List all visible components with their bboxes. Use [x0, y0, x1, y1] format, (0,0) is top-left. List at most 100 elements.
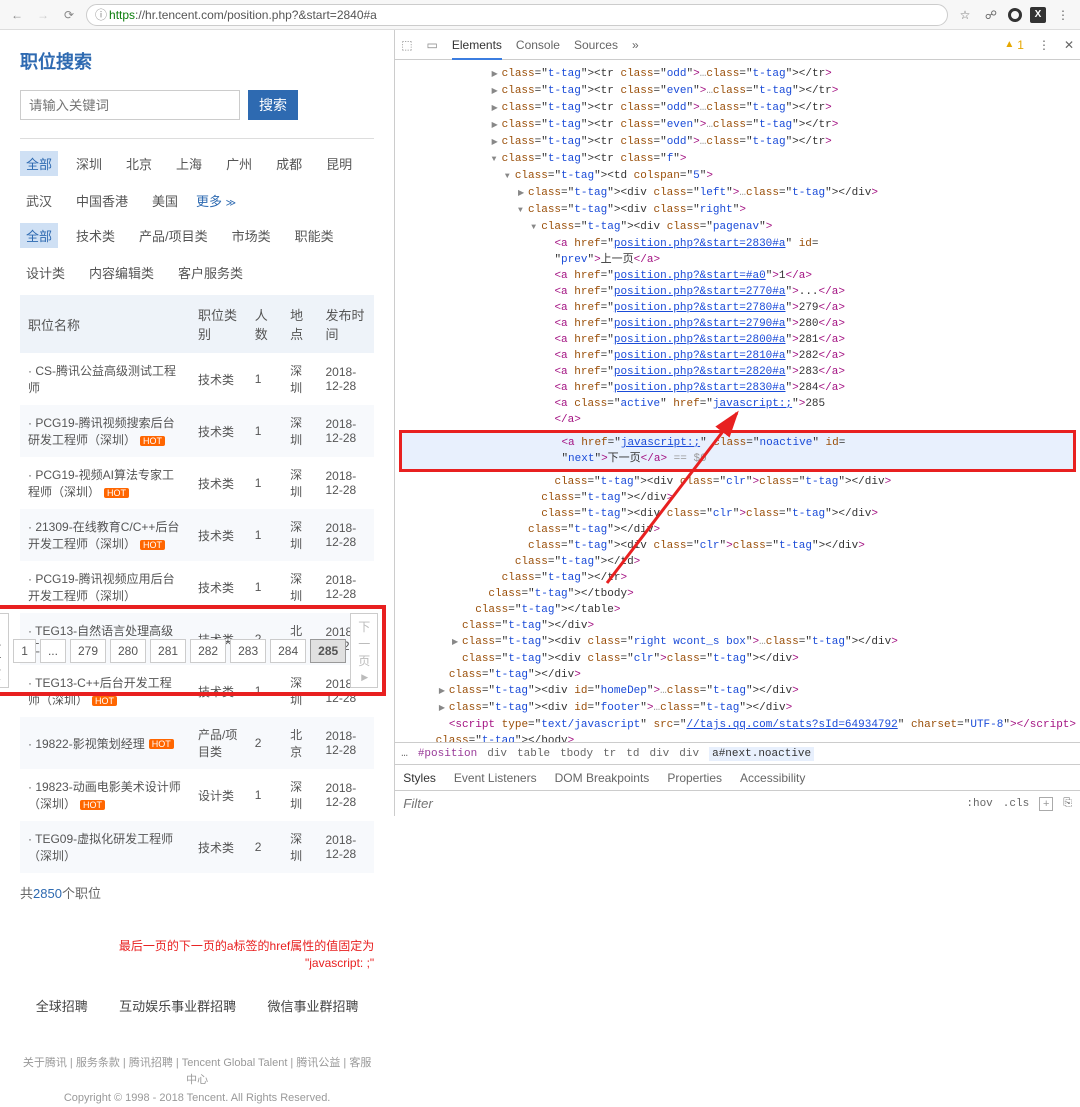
table-row[interactable]: · PCG19-腾讯视频搜索后台研发工程师（深圳）HOT技术类1深圳2018-1… [20, 405, 374, 457]
extension-icon[interactable]: ☍ [982, 6, 1000, 24]
devtools-close-icon[interactable]: ✕ [1064, 38, 1074, 52]
devtools-panel: ⬚ ▭ Elements Console Sources » 1 ⋮ ✕ cla… [395, 30, 1080, 816]
table-row[interactable]: · TEG09-虚拟化研发工程师（深圳）技术类2深圳2018-12-28 [20, 821, 374, 873]
inspect-icon[interactable]: ⬚ [401, 38, 412, 52]
category-filter[interactable]: 职能类 [289, 223, 340, 248]
page-title: 职位搜索 [20, 48, 374, 74]
styles-tabs: Styles Event Listeners DOM Breakpoints Prop… [395, 764, 1080, 790]
table-row[interactable]: · PCG19-视频AI算法专家工程师（深圳）HOT技术类1深圳2018-12-… [20, 457, 374, 509]
category-filter[interactable]: 内容编辑类 [83, 260, 160, 285]
column-header: 人数 [247, 295, 282, 353]
back-button[interactable]: ← [8, 6, 26, 24]
tab-console[interactable]: Console [516, 38, 560, 52]
page-number[interactable]: 282 [190, 639, 226, 663]
annotation-text: 最后一页的下一页的a标签的href属性的值固定为"javascript: ;" [20, 938, 374, 972]
tab-more[interactable]: » [632, 38, 639, 52]
menu-icon[interactable]: ⋮ [1054, 6, 1072, 24]
location-filter[interactable]: 美国 [146, 188, 184, 213]
page-number[interactable]: ... [40, 639, 66, 663]
styles-filter-input[interactable] [403, 796, 503, 811]
info-icon: ⓘ [95, 6, 107, 23]
page-number[interactable]: 1 [13, 639, 36, 663]
category-filter[interactable]: 客户服务类 [172, 260, 249, 285]
devtools-tabs: ⬚ ▭ Elements Console Sources » 1 ⋮ ✕ [395, 30, 1080, 60]
prev-page[interactable]: 上一页 [0, 613, 9, 688]
location-filter[interactable]: 上海 [170, 151, 208, 176]
table-row[interactable]: · CS-腾讯公益高级测试工程师技术类1深圳2018-12-28 [20, 353, 374, 405]
category-filter[interactable]: 产品/项目类 [133, 223, 214, 248]
location-filter[interactable]: 成都 [270, 151, 308, 176]
styles-tab[interactable]: DOM Breakpoints [555, 771, 650, 785]
tab-sources[interactable]: Sources [574, 38, 618, 52]
location-filter[interactable]: 北京 [120, 151, 158, 176]
page-number[interactable]: 283 [230, 639, 266, 663]
url-path: ://hr.tencent.com/position.php?&start=28… [135, 8, 377, 22]
circle-extension-icon[interactable] [1008, 8, 1022, 22]
crumb-item[interactable]: … [401, 748, 408, 760]
search-input[interactable] [20, 90, 240, 120]
category-filter[interactable]: 全部 [20, 223, 58, 248]
page-number[interactable]: 281 [150, 639, 186, 663]
category-filter[interactable]: 技术类 [70, 223, 121, 248]
styles-tab[interactable]: Accessibility [740, 771, 805, 785]
location-filter[interactable]: 中国香港 [70, 188, 134, 213]
browser-toolbar: ← → ⟳ ⓘ https://hr.tencent.com/position.… [0, 0, 1080, 30]
tab-elements[interactable]: Elements [452, 38, 502, 60]
next-page[interactable]: 下一页 [350, 613, 378, 688]
crumb-item[interactable]: div [487, 748, 507, 760]
address-bar[interactable]: ⓘ https://hr.tencent.com/position.php?&s… [86, 4, 948, 26]
cls-toggle[interactable]: .cls [1003, 798, 1029, 810]
category-filter[interactable]: 设计类 [20, 260, 71, 285]
styles-tab[interactable]: Styles [403, 771, 436, 785]
footer-links: 全球招聘 互动娱乐事业群招聘 微信事业群招聘 [20, 996, 374, 1015]
reload-button[interactable]: ⟳ [60, 6, 78, 24]
category-filter[interactable]: 市场类 [226, 223, 277, 248]
pagination: 上一页 1...279280281282283284285下一页 [0, 605, 386, 696]
location-filters: 全部深圳北京上海广州成都昆明武汉中国香港美国更多 ≫ [20, 151, 374, 213]
category-filters: 全部技术类产品/项目类市场类职能类设计类内容编辑类客户服务类 [20, 223, 374, 285]
crumb-item[interactable]: table [517, 748, 550, 760]
column-header: 地点 [282, 295, 317, 353]
crumb-item[interactable]: a#next.noactive [709, 747, 814, 761]
page-number[interactable]: 279 [70, 639, 106, 663]
table-row[interactable]: · 19822-影视策划经理HOT产品/项目类2北京2018-12-28 [20, 717, 374, 769]
crumb-item[interactable]: #position [418, 748, 477, 760]
table-row[interactable]: · 21309-在线教育C/C++后台开发工程师（深圳）HOT技术类1深圳201… [20, 509, 374, 561]
page-content: 职位搜索 搜索 全部深圳北京上海广州成都昆明武汉中国香港美国更多 ≫ 全部技术类… [0, 30, 395, 816]
table-row[interactable]: · 19823-动画电影美术设计师（深圳）HOT设计类1深圳2018-12-28 [20, 769, 374, 821]
pin-icon[interactable]: ⎘ [1063, 797, 1072, 810]
hov-toggle[interactable]: :hov [966, 798, 992, 810]
dom-tree[interactable]: class="t-tag"><tr class="odd">…class="t-… [395, 60, 1080, 742]
location-filter[interactable]: 武汉 [20, 188, 58, 213]
star-icon[interactable]: ☆ [956, 6, 974, 24]
page-number[interactable]: 285 [310, 639, 346, 663]
footer-link[interactable]: 互动娱乐事业群招聘 [119, 996, 236, 1015]
location-filter[interactable]: 深圳 [70, 151, 108, 176]
footer-copyright: 关于腾讯 | 服务条款 | 腾讯招聘 | Tencent Global Tale… [20, 1055, 374, 1107]
crumb-item[interactable]: td [626, 748, 639, 760]
location-filter[interactable]: 全部 [20, 151, 58, 176]
page-number[interactable]: 284 [270, 639, 306, 663]
footer-link[interactable]: 全球招聘 [36, 996, 88, 1015]
styles-tab[interactable]: Event Listeners [454, 771, 537, 785]
page-number[interactable]: 280 [110, 639, 146, 663]
devtools-menu-icon[interactable]: ⋮ [1038, 38, 1050, 52]
breadcrumb[interactable]: …#positiondivtabletbodytrtddivdiva#next.… [395, 742, 1080, 764]
column-header: 职位类别 [190, 295, 247, 353]
crumb-item[interactable]: div [649, 748, 669, 760]
location-filter[interactable]: 昆明 [320, 151, 358, 176]
more-locations[interactable]: 更多 ≫ [196, 191, 236, 210]
styles-tab[interactable]: Properties [667, 771, 722, 785]
warning-badge[interactable]: 1 [1004, 38, 1024, 52]
forward-button[interactable]: → [34, 6, 52, 24]
crumb-item[interactable]: div [679, 748, 699, 760]
x-extension-icon[interactable]: X [1030, 7, 1046, 23]
add-rule-icon[interactable]: + [1039, 797, 1053, 811]
crumb-item[interactable]: tr [603, 748, 616, 760]
footer-link[interactable]: 微信事业群招聘 [267, 996, 358, 1015]
location-filter[interactable]: 广州 [220, 151, 258, 176]
search-button[interactable]: 搜索 [248, 90, 298, 120]
crumb-item[interactable]: tbody [560, 748, 593, 760]
total-count: 共2850个职位 [20, 883, 374, 902]
device-icon[interactable]: ▭ [427, 38, 438, 52]
